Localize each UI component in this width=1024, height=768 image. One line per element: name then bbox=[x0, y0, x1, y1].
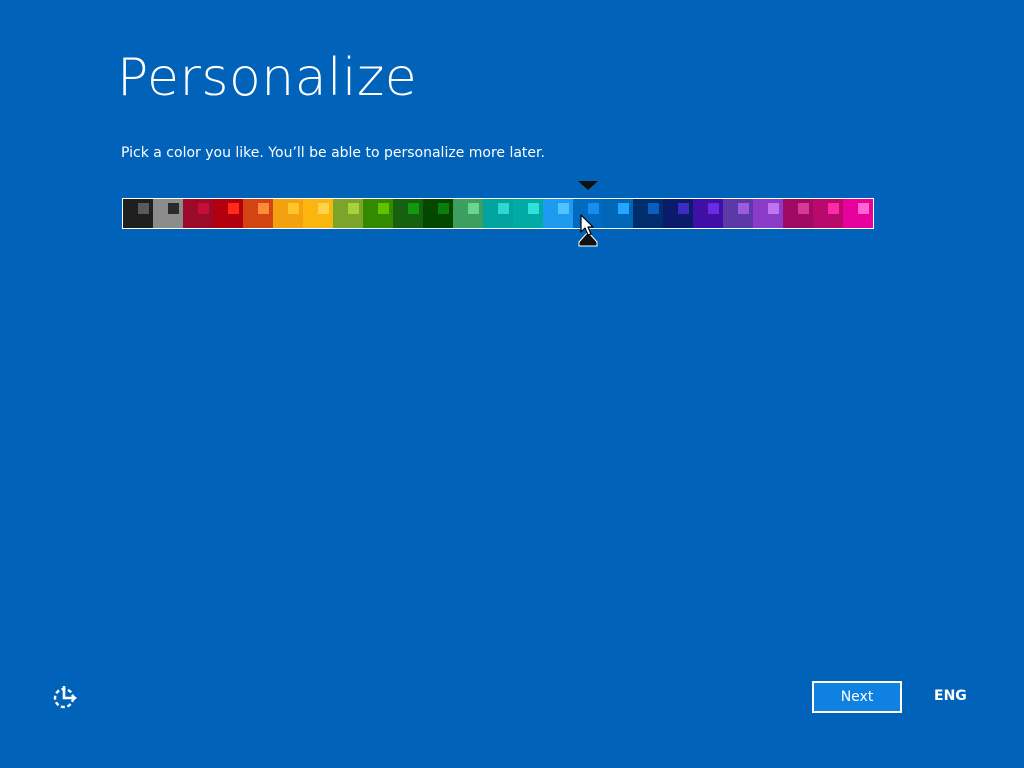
color-swatch[interactable] bbox=[513, 199, 543, 228]
color-swatch[interactable] bbox=[123, 199, 153, 228]
color-swatch[interactable] bbox=[273, 199, 303, 228]
color-swatch-accent bbox=[348, 203, 359, 214]
color-swatch-accent bbox=[258, 203, 269, 214]
color-swatch-accent bbox=[558, 203, 569, 214]
language-indicator[interactable]: ENG bbox=[934, 688, 967, 704]
color-swatch-accent bbox=[588, 203, 599, 214]
color-swatch[interactable] bbox=[393, 199, 423, 228]
color-swatch-accent bbox=[228, 203, 239, 214]
color-swatch[interactable] bbox=[303, 199, 333, 228]
color-swatch[interactable] bbox=[363, 199, 393, 228]
color-swatch-accent bbox=[678, 203, 689, 214]
color-swatch-accent bbox=[288, 203, 299, 214]
color-swatch-accent bbox=[408, 203, 419, 214]
color-swatch-accent bbox=[318, 203, 329, 214]
color-swatch[interactable] bbox=[603, 199, 633, 228]
color-swatch[interactable] bbox=[543, 199, 573, 228]
triangle-down-icon bbox=[578, 181, 598, 190]
color-swatch-accent bbox=[618, 203, 629, 214]
color-swatch-accent bbox=[708, 203, 719, 214]
color-swatch-accent bbox=[798, 203, 809, 214]
color-swatch[interactable] bbox=[153, 199, 183, 228]
color-swatch-accent bbox=[648, 203, 659, 214]
color-swatch-accent bbox=[738, 203, 749, 214]
next-button[interactable]: Next bbox=[812, 681, 902, 713]
color-swatch-accent bbox=[858, 203, 869, 214]
color-swatch[interactable] bbox=[723, 199, 753, 228]
color-swatch[interactable] bbox=[813, 199, 843, 228]
color-swatch[interactable] bbox=[423, 199, 453, 228]
page-title: Personalize bbox=[117, 48, 418, 108]
ease-of-access-icon[interactable] bbox=[52, 684, 80, 710]
color-picker-strip[interactable] bbox=[122, 198, 874, 229]
color-swatch[interactable] bbox=[333, 199, 363, 228]
color-swatch-accent bbox=[198, 203, 209, 214]
color-swatch-accent bbox=[828, 203, 839, 214]
color-swatch[interactable] bbox=[693, 199, 723, 228]
color-swatch[interactable] bbox=[213, 199, 243, 228]
color-swatch[interactable] bbox=[843, 199, 873, 228]
color-swatch[interactable] bbox=[783, 199, 813, 228]
color-swatch[interactable] bbox=[663, 199, 693, 228]
color-swatch[interactable] bbox=[633, 199, 663, 228]
color-swatch-accent bbox=[438, 203, 449, 214]
color-swatch[interactable] bbox=[453, 199, 483, 228]
color-swatch-accent bbox=[138, 203, 149, 214]
color-swatch-accent bbox=[528, 203, 539, 214]
color-swatch-accent bbox=[468, 203, 479, 214]
color-swatch-accent bbox=[378, 203, 389, 214]
color-swatch-accent bbox=[168, 203, 179, 214]
mouse-pointer-icon bbox=[580, 214, 594, 236]
color-swatch-accent bbox=[768, 203, 779, 214]
color-swatch[interactable] bbox=[753, 199, 783, 228]
color-swatch[interactable] bbox=[183, 199, 213, 228]
page-subtitle: Pick a color you like. You’ll be able to… bbox=[121, 145, 545, 161]
color-swatch-accent bbox=[498, 203, 509, 214]
color-swatch[interactable] bbox=[243, 199, 273, 228]
color-swatch[interactable] bbox=[483, 199, 513, 228]
